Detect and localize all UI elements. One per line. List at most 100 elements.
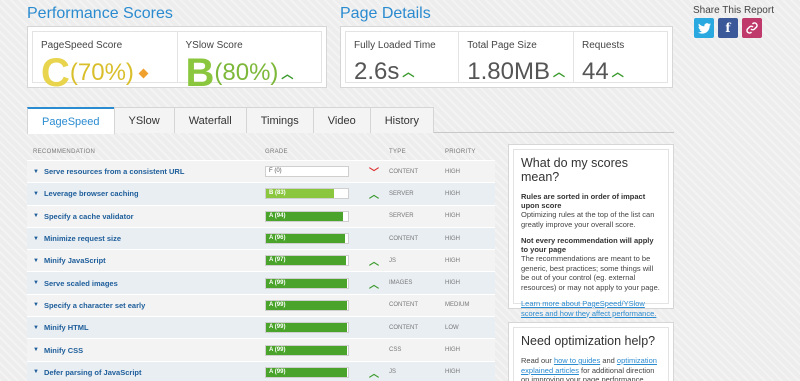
caret-down-icon: ▼ — [33, 347, 39, 354]
type-cell: CONTENT — [389, 235, 418, 242]
grade-bar: A (99) — [265, 277, 349, 289]
priority-cell: HIGH — [445, 257, 460, 264]
priority-cell: HIGH — [445, 347, 460, 354]
table-row[interactable]: ▼ Serve resources from a consistent URL F … — [27, 160, 495, 183]
grade-label: A (99) — [269, 324, 286, 331]
priority-cell: LOW — [445, 324, 459, 331]
help-text-pre: Read our — [521, 356, 554, 365]
type-cell: CONTENT — [389, 302, 418, 309]
grade-bar: A (94) — [265, 210, 349, 222]
table-row[interactable]: ▼ Minimize request size A (96) CONTENT HIGH — [27, 226, 495, 250]
grade-label: A (96) — [269, 235, 286, 242]
grade-bar: A (97) — [265, 255, 349, 267]
requests-value: 44 — [582, 58, 609, 85]
caret-down-icon: ▼ — [33, 190, 39, 197]
recommendation-name[interactable]: ▼ Minify CSS — [27, 346, 265, 355]
tab-pagespeed[interactable]: PageSpeed — [27, 107, 115, 134]
table-row[interactable]: ▼ Minify CSS A (99) CSS HIGH — [27, 338, 495, 361]
tab-history[interactable]: History — [369, 107, 434, 133]
table-row[interactable]: ▼ Minify JavaScript A (97) ︿ JS HIGH — [27, 249, 495, 272]
caret-down-icon: ▼ — [33, 257, 39, 264]
table-row[interactable]: ▼ Serve scaled images A (99) ︿ IMAGES HIGH — [27, 271, 495, 294]
recommendation-name[interactable]: ▼ Minify HTML — [27, 323, 265, 332]
type-cell: JS — [389, 257, 397, 264]
recommendation-name[interactable]: ▼ Specify a cache validator — [27, 212, 265, 221]
recommendation-name[interactable]: ▼ Minimize request size — [27, 234, 265, 243]
grade-label: A (99) — [269, 368, 286, 375]
twitter-icon[interactable] — [694, 18, 714, 38]
header-grade: GRADE — [265, 149, 288, 155]
pagespeed-grade: C — [41, 51, 70, 95]
share-title: Share This Report — [693, 5, 774, 16]
arrow-up-icon: ︿ — [552, 65, 565, 79]
arrow-up-icon: ︿ — [611, 65, 624, 79]
yslow-grade: B — [185, 51, 215, 95]
tab-video[interactable]: Video — [312, 107, 371, 133]
grade-label: A (99) — [269, 279, 286, 286]
recommendation-label: Minify JavaScript — [43, 256, 106, 266]
type-cell: IMAGES — [389, 280, 413, 287]
arrow-up-icon: ︿ — [369, 257, 379, 269]
caret-down-icon: ▼ — [33, 302, 39, 309]
link-icon[interactable] — [742, 18, 762, 38]
grade-bar: A (96) — [265, 233, 349, 245]
type-cell: CSS — [389, 347, 402, 354]
type-cell: SERVER — [389, 213, 414, 220]
scores-info-heading-1: Rules are sorted in order of impact upon… — [521, 192, 646, 210]
arrow-up-icon: ︿ — [369, 190, 379, 202]
priority-cell: HIGH — [445, 235, 460, 242]
arrow-up-icon: ︿ — [369, 279, 379, 291]
priority-cell: HIGH — [445, 213, 460, 220]
learn-more-link[interactable]: Learn more about PageSpeed/YSlow scores … — [521, 299, 656, 318]
grade-bar: B (83) — [265, 188, 349, 200]
caret-down-icon: ▼ — [33, 235, 39, 242]
yslow-score: YSlow Score B (80%) ︿ — [178, 32, 322, 93]
type-cell: JS — [389, 369, 397, 376]
tab-yslow[interactable]: YSlow — [113, 107, 175, 133]
grade-label: A (97) — [269, 257, 286, 264]
recommendation-name[interactable]: ▼ Minify JavaScript — [27, 256, 265, 265]
caret-down-icon: ▼ — [33, 280, 39, 287]
tab-waterfall[interactable]: Waterfall — [173, 107, 247, 133]
recommendation-name[interactable]: ▼ Defer parsing of JavaScript — [27, 368, 265, 377]
loaded-time-label: Fully Loaded Time — [354, 40, 436, 51]
scores-info-text-2: The recommendations are meant to be gene… — [521, 254, 660, 292]
pagespeed-label: PageSpeed Score — [41, 40, 123, 51]
recommendation-label: Minimize request size — [43, 234, 122, 244]
tab-bar: PageSpeed YSlow Waterfall Timings Video … — [27, 107, 674, 134]
grade-label: A (99) — [269, 301, 286, 308]
recommendation-name[interactable]: ▼ Serve scaled images — [27, 279, 265, 288]
recommendation-name[interactable]: ▼ Leverage browser caching — [27, 189, 265, 198]
recommendation-label: Specify a cache validator — [43, 211, 134, 221]
tab-timings[interactable]: Timings — [245, 107, 314, 133]
type-cell: CONTENT — [389, 324, 418, 331]
facebook-icon[interactable]: f — [718, 18, 738, 38]
header-priority: PRIORITY — [445, 149, 476, 155]
recommendation-name[interactable]: ▼ Serve resources from a consistent URL — [27, 167, 265, 176]
scores-info-text-1: Optimizing rules at the top of the list … — [521, 210, 655, 229]
grade-bar: A (99) — [265, 366, 349, 378]
grade-bar: F (0) — [265, 166, 349, 178]
table-row[interactable]: ▼ Minify HTML A (99) CONTENT LOW — [27, 316, 495, 339]
how-to-guides-link[interactable]: how to guides — [554, 356, 600, 365]
requests-label: Requests — [582, 40, 625, 51]
recommendation-name[interactable]: ▼ Specify a character set early — [27, 301, 265, 310]
table-row[interactable]: ▼ Defer parsing of JavaScript A (99) ︿ JS HIG… — [27, 360, 495, 381]
table-row[interactable]: ▼ Specify a character set early A (99) CONT… — [27, 293, 495, 317]
recommendations-table: RECOMMENDATION GRADE TYPE PRIORITY ▼ Serv… — [27, 144, 495, 381]
help-text-mid: and — [600, 356, 617, 365]
table-body: ▼ Serve resources from a consistent URL F … — [27, 160, 495, 381]
requests: Requests 44 ︿ — [574, 32, 667, 85]
performance-title: Performance Scores — [27, 5, 173, 22]
recommendation-label: Minify CSS — [43, 345, 84, 355]
priority-cell: HIGH — [445, 280, 460, 287]
grade-cell: A (99) — [265, 344, 389, 356]
table-row[interactable]: ▼ Specify a cache validator A (94) SERVER HI… — [27, 204, 495, 227]
grade-label: B (83) — [269, 190, 286, 197]
table-row[interactable]: ▼ Leverage browser caching B (83) ︿ SERVER HI… — [27, 182, 495, 205]
page-size: Total Page Size 1.80MB ︿ — [459, 32, 574, 85]
recommendation-label: Specify a character set early — [43, 300, 146, 310]
recommendation-label: Serve resources from a consistent URL — [43, 167, 185, 177]
arrow-up-icon: ︿ — [281, 66, 294, 81]
yslow-pct: (80%) — [214, 59, 279, 86]
